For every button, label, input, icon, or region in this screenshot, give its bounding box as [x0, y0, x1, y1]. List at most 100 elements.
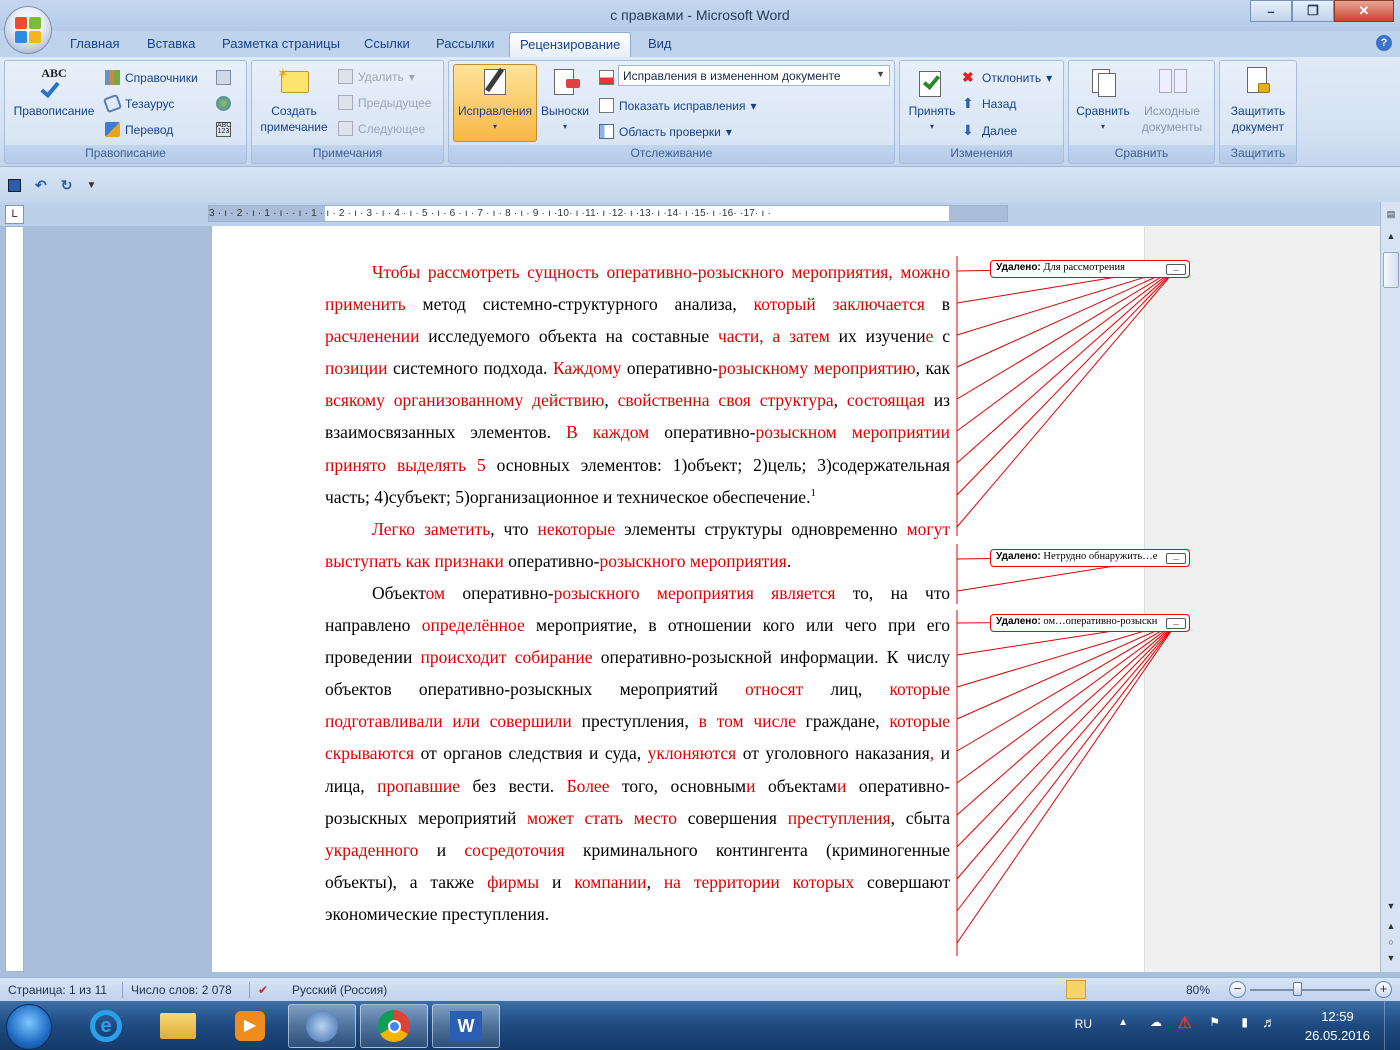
tab-home[interactable]: Главная [70, 36, 119, 51]
reject-button[interactable]: ✖ Отклонить ▾ [962, 70, 1052, 85]
help-icon[interactable]: ? [1376, 35, 1392, 51]
tray-expand-icon[interactable]: ▲ [1118, 1017, 1128, 1028]
next-page-icon[interactable]: ▼ [1383, 950, 1399, 966]
page-count[interactable]: Страница: 1 из 11 [8, 983, 107, 997]
tab-review[interactable]: Рецензирование [509, 32, 632, 58]
previous-page-icon[interactable]: ▲ [1383, 918, 1399, 934]
ruler-number: 16 [5, 877, 8, 889]
redo-icon[interactable]: ↻ [61, 177, 73, 194]
scrollbar-thumb[interactable] [1383, 252, 1399, 288]
deletion-balloon-2[interactable]: Удалено: Нетрудно обнаружить…е... [990, 549, 1190, 567]
scroll-up-icon[interactable]: ▲ [1383, 228, 1399, 244]
undo-icon[interactable]: ↶ [35, 177, 47, 194]
draft-icon[interactable] [1154, 980, 1174, 999]
word-count[interactable]: Число слов: 2 078 [131, 983, 232, 997]
more-button[interactable]: ... [1166, 618, 1186, 629]
language-button[interactable] [216, 96, 231, 111]
track-changes-button[interactable]: Исправления ▾ [453, 64, 537, 142]
internet-explorer-icon[interactable]: e [72, 1004, 140, 1048]
more-button[interactable]: ... [1166, 264, 1186, 275]
ruler-toggle-icon[interactable]: ▤ [1383, 206, 1399, 222]
thunderbird-icon[interactable] [288, 1004, 356, 1048]
next-comment-button[interactable]: Следующее [338, 121, 425, 136]
tab-references[interactable]: Ссылки [364, 36, 410, 51]
customize-toolbar-icon[interactable]: ▼ [86, 180, 96, 191]
show-markup-icon [599, 98, 614, 113]
media-player-icon[interactable]: ▶ [216, 1004, 284, 1048]
more-button[interactable]: ... [1166, 553, 1186, 564]
group-protect: Защитить документ Защитить [1219, 60, 1297, 164]
save-icon[interactable] [8, 179, 21, 192]
antivirus-icon[interactable]: ⚠ [1178, 1013, 1192, 1033]
zoom-slider[interactable] [1250, 989, 1370, 991]
translate-tip-button[interactable] [216, 70, 231, 85]
browse-object-icon[interactable]: ○ [1383, 934, 1399, 950]
display-for-review-select[interactable]: Исправления в измененном документе ▼ [618, 65, 890, 86]
network-icon[interactable]: ☁ [1150, 1015, 1162, 1029]
new-comment-button[interactable]: ✶ Создать примечание [256, 65, 332, 135]
compare-icon [1086, 65, 1120, 99]
window-controls: – ❐ ✕ [1250, 0, 1394, 22]
flag-icon[interactable]: ⚑ [1209, 1015, 1220, 1029]
spelling-button[interactable]: ABC Правописание [9, 65, 99, 119]
volume-icon[interactable]: ♬ [1262, 1014, 1276, 1030]
thesaurus-icon [102, 93, 123, 114]
revision-lines [956, 256, 1179, 956]
vertical-scrollbar[interactable]: ▤ ▲ ▼ ▲ ○ ▼ [1380, 202, 1400, 972]
word-count-button[interactable]: ABC 123 [216, 122, 231, 137]
previous-comment-button[interactable]: Предыдущее [338, 95, 431, 110]
battery-icon[interactable]: ▮ [1241, 1015, 1248, 1029]
next-change-icon: ⬇ [962, 122, 974, 138]
tab-insert[interactable]: Вставка [147, 36, 195, 51]
file-explorer-icon[interactable] [144, 1004, 212, 1048]
chrome-icon[interactable] [360, 1004, 428, 1048]
scroll-down-icon[interactable]: ▼ [1383, 898, 1399, 914]
ruler-number: 15 [5, 840, 8, 852]
thesaurus-button[interactable]: Тезаурус [102, 93, 174, 114]
start-button[interactable] [6, 1004, 52, 1050]
minimize-button[interactable]: – [1250, 0, 1292, 22]
protect-document-button[interactable]: Защитить документ [1222, 65, 1294, 135]
source-documents-button[interactable]: Исходные документы [1133, 65, 1211, 135]
maximize-button[interactable]: ❐ [1292, 0, 1334, 22]
accept-button[interactable]: Принять ▾ [904, 65, 960, 135]
balloons-button[interactable]: Выноски ▾ [539, 65, 591, 135]
clock[interactable]: 12:59 26.05.2016 [1305, 1007, 1370, 1045]
zoom-out-icon[interactable]: − [1229, 981, 1246, 998]
input-language[interactable]: RU [1075, 1017, 1092, 1031]
ruler-number: 11 [5, 690, 8, 701]
proofing-icon[interactable]: ✔ [258, 983, 268, 997]
previous-change-button[interactable]: ⬆ Назад [962, 96, 1016, 111]
translate-button[interactable]: Перевод [105, 122, 173, 137]
tab-mailings[interactable]: Рассылки [436, 36, 494, 51]
zoom-slider-thumb[interactable] [1293, 982, 1302, 996]
full-screen-reading-icon[interactable] [1088, 980, 1108, 999]
show-desktop-button[interactable] [1384, 1001, 1400, 1050]
quick-access-toolbar: ↶ ↻ ▼ [0, 166, 1400, 202]
next-change-button[interactable]: ⬇ Далее [962, 123, 1017, 138]
compare-button[interactable]: Сравнить ▾ [1071, 65, 1135, 135]
office-button[interactable] [4, 6, 52, 54]
language-status[interactable]: Русский (Россия) [292, 983, 387, 997]
zoom-level[interactable]: 80% [1186, 983, 1210, 997]
print-layout-icon[interactable] [1066, 980, 1086, 999]
display-for-review-icon [599, 70, 614, 85]
web-layout-icon[interactable] [1110, 980, 1130, 999]
reviewing-pane-button[interactable]: Область проверки ▾ [599, 124, 732, 139]
research-button[interactable]: Справочники [105, 70, 198, 85]
translate-icon [105, 122, 120, 137]
close-button[interactable]: ✕ [1334, 0, 1394, 22]
horizontal-ruler[interactable]: 3 · ı · 2 · ı · 1 · ı · · ı · 1 · ı · 2 … [208, 205, 1008, 222]
deletion-balloon-1[interactable]: Удалено: Для рассмотрения... [990, 260, 1190, 278]
tab-selector[interactable]: L [5, 205, 24, 224]
document-page[interactable]: Чтобы рассмотреть сущность оперативно-ро… [212, 226, 1380, 972]
deletion-balloon-3[interactable]: Удалено: ом…оперативно-розыскн... [990, 614, 1190, 632]
outline-icon[interactable] [1132, 980, 1152, 999]
ruler-number: 13 [5, 765, 8, 777]
word-icon[interactable]: W [432, 1004, 500, 1048]
show-markup-button[interactable]: Показать исправления ▾ [599, 98, 757, 113]
tab-page-layout[interactable]: Разметка страницы [222, 36, 340, 51]
zoom-in-icon[interactable]: + [1375, 981, 1392, 998]
delete-comment-button[interactable]: Удалить ▾ [338, 69, 415, 84]
tab-view[interactable]: Вид [648, 36, 672, 51]
